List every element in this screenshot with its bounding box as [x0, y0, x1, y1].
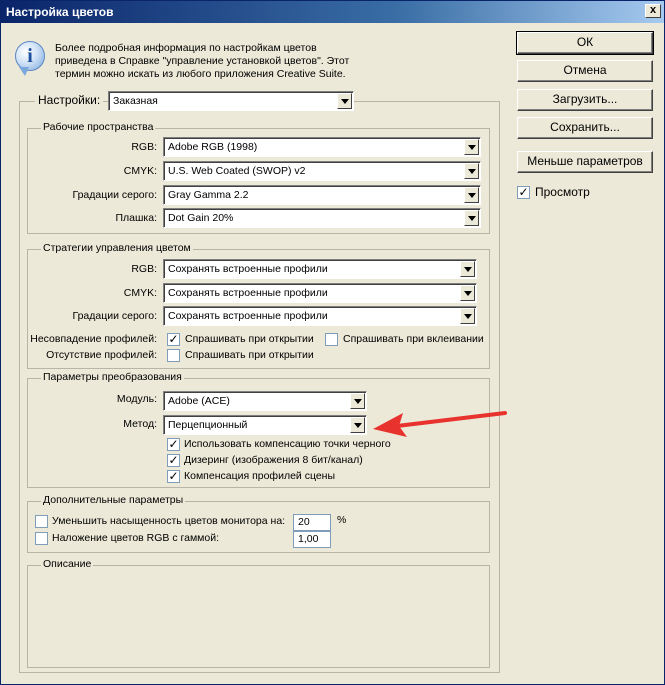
annotation-arrow-icon	[373, 411, 507, 437]
bpc-checkbox[interactable]: ✓	[167, 438, 180, 451]
blend-gamma-label: Наложение цветов RGB с гаммой:	[52, 532, 220, 544]
missing-ask-open-checkbox[interactable]	[167, 349, 180, 362]
dither-label: Дизеринг (изображения 8 бит/канал)	[184, 454, 363, 466]
missing-label: Отсутствие профилей:	[46, 349, 157, 361]
desaturate-label: Уменьшить насыщенность цветов монитора н…	[52, 515, 286, 527]
chevron-down-icon	[337, 93, 352, 109]
settings-label: Настройки:	[35, 93, 104, 107]
engine-value: Adobe (ACE)	[168, 395, 230, 407]
ws-cmyk-label: CMYK:	[123, 165, 157, 177]
chevron-down-icon	[460, 261, 475, 277]
mismatch-ask-open-label: Спрашивать при открытии	[185, 333, 314, 345]
pol-rgb-select[interactable]: Сохранять встроенные профили	[163, 259, 477, 279]
engine-select[interactable]: Adobe (ACE)	[163, 391, 367, 411]
ws-gray-label: Градации серого:	[72, 189, 157, 201]
chevron-down-icon	[460, 285, 475, 301]
mismatch-ask-paste-label: Спрашивать при вклеивании	[343, 333, 484, 345]
chevron-down-icon	[350, 417, 365, 433]
save-button[interactable]: Сохранить...	[517, 117, 653, 139]
workspaces-title: Рабочие пространства	[41, 121, 156, 133]
pol-rgb-label: RGB:	[131, 263, 157, 275]
settings-select[interactable]: Заказная	[108, 91, 354, 111]
pol-rgb-value: Сохранять встроенные профили	[168, 263, 328, 275]
ws-rgb-label: RGB:	[131, 141, 157, 153]
chevron-down-icon	[464, 187, 479, 203]
preview-label: Просмотр	[535, 185, 590, 199]
ws-rgb-value: Adobe RGB (1998)	[168, 141, 258, 153]
intent-value: Перцепционный	[168, 419, 248, 431]
fewer-options-button[interactable]: Меньше параметров	[517, 151, 653, 173]
description-group	[27, 565, 490, 668]
desaturate-input[interactable]: 20	[293, 514, 331, 531]
pol-cmyk-value: Сохранять встроенные профили	[168, 287, 328, 299]
preview-checkbox[interactable]: ✓	[517, 186, 530, 199]
ws-cmyk-value: U.S. Web Coated (SWOP) v2	[168, 165, 306, 177]
policies-title: Стратегии управления цветом	[41, 242, 193, 254]
dither-checkbox[interactable]: ✓	[167, 454, 180, 467]
info-text: Более подробная информация по настройкам…	[55, 42, 350, 80]
ws-gray-select[interactable]: Gray Gamma 2.2	[163, 185, 481, 205]
desaturate-unit: %	[337, 514, 347, 526]
close-button[interactable]: x	[645, 4, 661, 18]
desaturate-checkbox[interactable]	[35, 515, 48, 528]
ws-spot-select[interactable]: Dot Gain 20%	[163, 208, 481, 228]
scene-checkbox[interactable]: ✓	[167, 470, 180, 483]
engine-label: Модуль:	[116, 393, 157, 405]
advanced-title: Дополнительные параметры	[41, 494, 186, 506]
conversion-title: Параметры преобразования	[41, 371, 184, 383]
description-title: Описание	[41, 558, 94, 570]
intent-label: Метод:	[123, 418, 157, 430]
scene-label: Компенсация профилей сцены	[184, 470, 336, 482]
ws-spot-label: Плашка:	[115, 212, 157, 224]
info-icon-tail	[19, 67, 29, 76]
pol-cmyk-label: CMYK:	[123, 287, 157, 299]
ws-cmyk-select[interactable]: U.S. Web Coated (SWOP) v2	[163, 161, 481, 181]
bpc-label: Использовать компенсацию точки черного	[184, 438, 391, 450]
missing-ask-open-label: Спрашивать при открытии	[185, 349, 314, 361]
ws-spot-value: Dot Gain 20%	[168, 212, 234, 224]
intent-select[interactable]: Перцепционный	[163, 415, 367, 435]
chevron-down-icon	[460, 308, 475, 324]
mismatch-label: Несовпадение профилей:	[30, 333, 157, 345]
load-button[interactable]: Загрузить...	[517, 89, 653, 111]
mismatch-ask-paste-checkbox[interactable]	[325, 333, 338, 346]
ws-rgb-select[interactable]: Adobe RGB (1998)	[163, 137, 481, 157]
pol-gray-value: Сохранять встроенные профили	[168, 310, 328, 322]
window-title: Настройка цветов	[6, 5, 114, 19]
chevron-down-icon	[350, 393, 365, 409]
title-bar: Настройка цветов x	[1, 1, 664, 23]
advanced-group	[27, 501, 490, 553]
color-settings-dialog: Настройка цветов x i Более подробная инф…	[0, 0, 665, 685]
blend-gamma-input[interactable]: 1,00	[293, 531, 331, 548]
chevron-down-icon	[464, 139, 479, 155]
ok-button[interactable]: ОК	[516, 31, 654, 55]
chevron-down-icon	[464, 163, 479, 179]
cancel-button[interactable]: Отмена	[517, 60, 653, 82]
mismatch-ask-open-checkbox[interactable]: ✓	[167, 333, 180, 346]
blend-gamma-checkbox[interactable]	[35, 532, 48, 545]
settings-value: Заказная	[113, 95, 158, 107]
chevron-down-icon	[464, 210, 479, 226]
ws-gray-value: Gray Gamma 2.2	[168, 189, 249, 201]
pol-cmyk-select[interactable]: Сохранять встроенные профили	[163, 283, 477, 303]
pol-gray-label: Градации серого:	[72, 310, 157, 322]
pol-gray-select[interactable]: Сохранять встроенные профили	[163, 306, 477, 326]
